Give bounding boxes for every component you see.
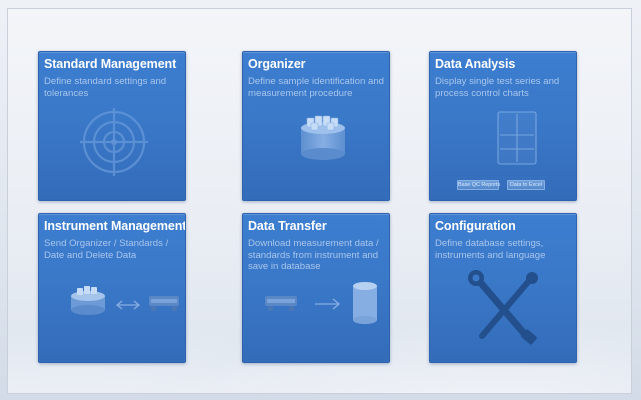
- standard-management-tile[interactable]: Standard Management Define standard sett…: [38, 51, 186, 201]
- database-icon: [353, 282, 377, 324]
- target-icon: [80, 108, 148, 176]
- configuration-tile[interactable]: Configuration Define database settings, …: [429, 213, 577, 363]
- tools-icon: [468, 270, 538, 345]
- instrument-icon: [149, 296, 179, 311]
- sample-tray-icon: [71, 286, 105, 315]
- main-panel: Standard Management Define standard sett…: [7, 8, 632, 394]
- instrument-management-tile[interactable]: Instrument Management Send Organizer / S…: [38, 213, 186, 363]
- download-database-icon: [265, 282, 377, 324]
- base-qc-reports-button[interactable]: Base QC Reports: [457, 180, 500, 190]
- instrument-sync-icon: [71, 286, 179, 315]
- organizer-tile[interactable]: Organizer Define sample identification a…: [242, 51, 390, 201]
- double-arrow-icon: [115, 300, 141, 310]
- data-analysis-tile[interactable]: Data Analysis Display single test series…: [429, 51, 577, 201]
- chart-document-icon: [497, 111, 537, 165]
- data-to-excel-button[interactable]: Data to Excel: [507, 180, 545, 190]
- sample-tray-icon: [301, 115, 345, 160]
- data-transfer-tile[interactable]: Data Transfer Download measurement data …: [242, 213, 390, 363]
- instrument-icon: [265, 296, 297, 311]
- arrow-right-icon: [315, 298, 341, 310]
